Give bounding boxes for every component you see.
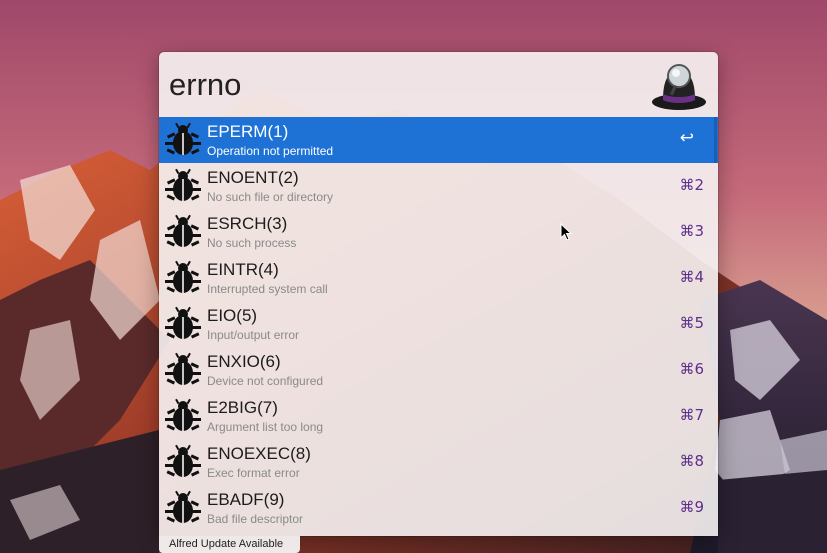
mouse-cursor-icon [560, 223, 572, 241]
command-shortcut: ⌘4 [679, 268, 704, 286]
command-shortcut: ⌘6 [679, 360, 704, 378]
result-title: EPERM(1) [207, 122, 289, 141]
result-row[interactable]: EINTR(4) Interrupted system call ⌘4 [159, 255, 718, 301]
bug-icon [164, 121, 202, 159]
result-subtitle: Argument list too long [207, 420, 324, 434]
bug-icon [164, 213, 202, 251]
bug-icon [164, 489, 202, 527]
result-subtitle: Device not configured [207, 374, 324, 388]
result-subtitle: Exec format error [207, 466, 300, 480]
result-title: EIO(5) [207, 306, 258, 325]
search-input[interactable] [169, 64, 639, 106]
result-row[interactable]: ENOENT(2) No such file or directory ⌘2 [159, 163, 718, 209]
alfred-hat-icon[interactable] [649, 58, 709, 114]
result-row[interactable]: ESRCH(3) No such process ⌘3 [159, 209, 718, 255]
result-title: ENXIO(6) [207, 352, 281, 371]
result-row[interactable]: ENOEXEC(8) Exec format error ⌘8 [159, 439, 718, 485]
search-bar [159, 52, 718, 117]
command-shortcut: ⌘5 [679, 314, 704, 332]
command-shortcut: ⌘3 [679, 222, 704, 240]
command-shortcut: ⌘8 [679, 452, 704, 470]
bug-icon [164, 351, 202, 389]
bug-icon [164, 397, 202, 435]
alfred-window: EPERM(1) Operation not permitted ↩ ENOENT(2… [159, 52, 718, 536]
result-title: ENOENT(2) [207, 168, 299, 187]
result-row[interactable]: ENXIO(6) Device not configured ⌘6 [159, 347, 718, 393]
result-title: E2BIG(7) [207, 398, 278, 417]
bug-icon [164, 167, 202, 205]
result-row[interactable]: EIO(5) Input/output error ⌘5 [159, 301, 718, 347]
update-notice[interactable]: Alfred Update Available [159, 536, 300, 553]
command-shortcut: ⌘2 [679, 176, 704, 194]
result-subtitle: No such process [207, 236, 297, 250]
result-subtitle: Operation not permitted [207, 144, 334, 158]
result-row[interactable]: E2BIG(7) Argument list too long ⌘7 [159, 393, 718, 439]
result-title: EBADF(9) [207, 490, 285, 509]
results-list: EPERM(1) Operation not permitted ↩ ENOENT(2… [159, 117, 718, 531]
bug-icon [164, 443, 202, 481]
return-shortcut: ↩ [679, 128, 694, 148]
bug-icon [164, 259, 202, 297]
result-title: ESRCH(3) [207, 214, 288, 233]
bug-icon [164, 305, 202, 343]
result-subtitle: No such file or directory [207, 190, 334, 204]
command-shortcut: ⌘7 [679, 406, 704, 424]
result-title: ENOEXEC(8) [207, 444, 311, 463]
result-subtitle: Interrupted system call [207, 282, 328, 296]
result-subtitle: Input/output error [207, 328, 300, 342]
command-shortcut: ⌘9 [679, 498, 704, 516]
scrollbar[interactable] [714, 117, 717, 163]
result-title: EINTR(4) [207, 260, 279, 279]
result-subtitle: Bad file descriptor [207, 512, 304, 526]
result-row[interactable]: EBADF(9) Bad file descriptor ⌘9 [159, 485, 718, 531]
result-row[interactable]: EPERM(1) Operation not permitted ↩ [159, 117, 718, 163]
